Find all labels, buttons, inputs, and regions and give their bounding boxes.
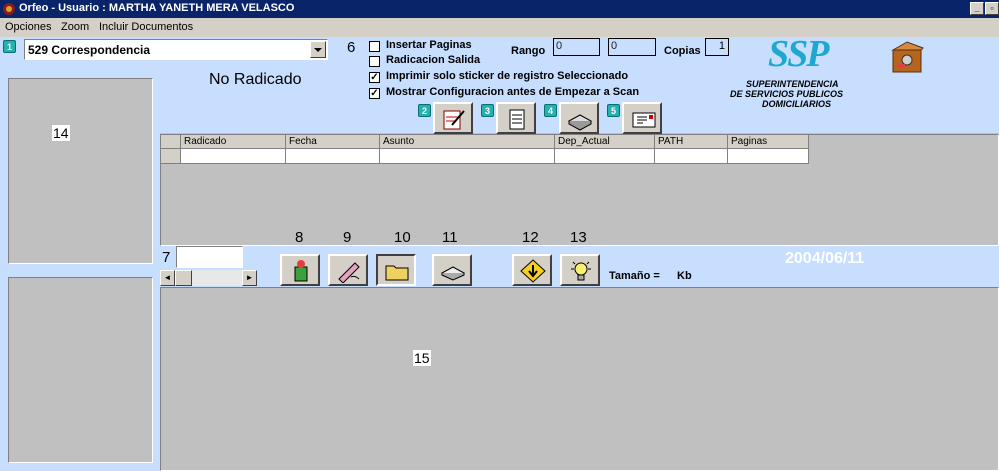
image-viewer-15[interactable]: 15 (160, 287, 999, 471)
menu-bar: Opciones Zoom Incluir Documentos (0, 18, 999, 37)
table-cell[interactable] (555, 149, 655, 164)
envelope-icon (632, 112, 656, 128)
menu-incluir-documentos[interactable]: Incluir Documentos (99, 21, 193, 33)
menu-opciones[interactable]: Opciones (5, 21, 51, 33)
rango-label: Rango (511, 45, 546, 57)
hint-button[interactable] (560, 254, 600, 286)
size-unit: Kb (677, 270, 692, 282)
download-button[interactable] (512, 254, 552, 286)
menu-zoom[interactable]: Zoom (61, 21, 89, 33)
scanner-button[interactable] (559, 102, 599, 134)
label-12: 12 (522, 229, 539, 246)
row-selector-header (161, 135, 181, 149)
pencil-icon (338, 262, 360, 283)
copias-field[interactable]: 1 (705, 38, 729, 56)
radicacion-salida-label: Radicacion Salida (386, 54, 481, 66)
pages-button[interactable] (496, 102, 536, 134)
copias-value: 1 (718, 40, 725, 52)
document-stack-icon (509, 109, 525, 130)
thumbnail-panel (8, 277, 153, 463)
badge-2: 2 (418, 104, 431, 117)
date-display: 2004/06/11 (785, 250, 865, 267)
restore-button[interactable]: ▫ (985, 2, 999, 15)
size-label: Tamaño = (609, 270, 660, 282)
logo-line2: DE SERVICIOS PUBLICOS (730, 89, 844, 99)
badge-1: 1 (3, 40, 16, 53)
table-cell[interactable] (380, 149, 555, 164)
label-8: 8 (295, 229, 304, 246)
label-6: 6 (347, 39, 356, 56)
scroll-thumb[interactable] (175, 270, 192, 286)
scroll-right-icon[interactable]: ► (242, 270, 257, 286)
sticker-button[interactable] (622, 102, 662, 134)
copias-label: Copias (664, 45, 701, 57)
dependency-selected: 529 Correspondencia (28, 43, 151, 57)
chevron-down-icon (314, 48, 322, 52)
rango-to-value: 0 (611, 40, 618, 52)
scanner-icon (567, 114, 593, 131)
mostrar-config-label: Mostrar Configuracion antes de Empezar a… (386, 86, 640, 98)
label-13: 13 (570, 229, 587, 246)
logo-line1: SUPERINTENDENCIA (746, 79, 839, 89)
ssp-logo-text: SSP (768, 33, 830, 75)
radicacion-salida-checkbox[interactable] (369, 56, 380, 67)
table-cell[interactable] (286, 149, 380, 164)
app-icon (3, 3, 15, 15)
row-selector[interactable] (161, 149, 181, 164)
horizontal-scrollbar[interactable]: ◄ ► (160, 270, 257, 286)
delete-button[interactable] (280, 254, 320, 286)
dependency-select[interactable]: 529 Correspondencia (24, 39, 328, 60)
minimize-button[interactable]: _ (970, 2, 984, 15)
badge-4: 4 (544, 104, 557, 117)
label-15: 15 (413, 350, 431, 366)
badge-3: 3 (481, 104, 494, 117)
label-9: 9 (343, 229, 352, 246)
window-title: Orfeo - Usuario : MARTHA YANETH MERA VEL… (19, 2, 295, 14)
col-fecha[interactable]: Fecha (286, 135, 380, 149)
table-cell[interactable] (655, 149, 728, 164)
col-paginas[interactable]: Paginas (728, 135, 809, 149)
mostrar-config-checkbox[interactable]: ✓ (369, 88, 380, 99)
col-asunto[interactable]: Asunto (380, 135, 555, 149)
edit-document-button[interactable] (433, 102, 473, 134)
scroll-left-icon[interactable]: ◄ (160, 270, 175, 286)
col-dep-actual[interactable]: Dep_Actual (555, 135, 655, 149)
page-field[interactable] (176, 246, 243, 268)
col-path[interactable]: PATH (655, 135, 728, 149)
col-radicado[interactable]: Radicado (181, 135, 286, 149)
label-14: 14 (52, 125, 70, 141)
label-7: 7 (162, 249, 171, 266)
label-11: 11 (442, 229, 458, 246)
title-bar: Orfeo - Usuario : MARTHA YANETH MERA VEL… (0, 0, 999, 18)
insertar-paginas-checkbox[interactable] (369, 41, 380, 52)
table-cell[interactable] (181, 149, 286, 164)
scanner-box-icon[interactable] (889, 38, 927, 76)
table-cell[interactable] (728, 149, 809, 164)
preview-panel-14: 14 (8, 78, 153, 264)
sign-button[interactable] (328, 254, 368, 286)
rango-from-field[interactable]: 0 (553, 38, 600, 56)
badge-5: 5 (607, 104, 620, 117)
insertar-paginas-label: Insertar Paginas (386, 39, 472, 51)
tray-icon (440, 266, 466, 281)
radicado-status: No Radicado (209, 71, 302, 88)
open-folder-button[interactable] (376, 254, 416, 286)
imprimir-sticker-checkbox[interactable]: ✓ (369, 72, 380, 83)
folder-icon (385, 265, 409, 281)
scan-page-button[interactable] (432, 254, 472, 286)
label-10: 10 (394, 229, 411, 246)
logo-line3: DOMICILIARIOS (762, 99, 831, 109)
rango-to-field[interactable]: 0 (608, 38, 656, 56)
pen-document-icon (443, 110, 465, 130)
trash-can-icon (294, 260, 308, 282)
dropdown-button[interactable] (310, 41, 326, 58)
arrow-down-icon (520, 259, 546, 283)
rango-from-value: 0 (556, 40, 563, 52)
imprimir-sticker-label: Imprimir solo sticker de registro Selecc… (386, 70, 629, 82)
lightbulb-icon (571, 261, 591, 281)
ssp-logo: SSP SUPERINTENDENCIA DE SERVICIOS PUBLIC… (728, 33, 908, 112)
